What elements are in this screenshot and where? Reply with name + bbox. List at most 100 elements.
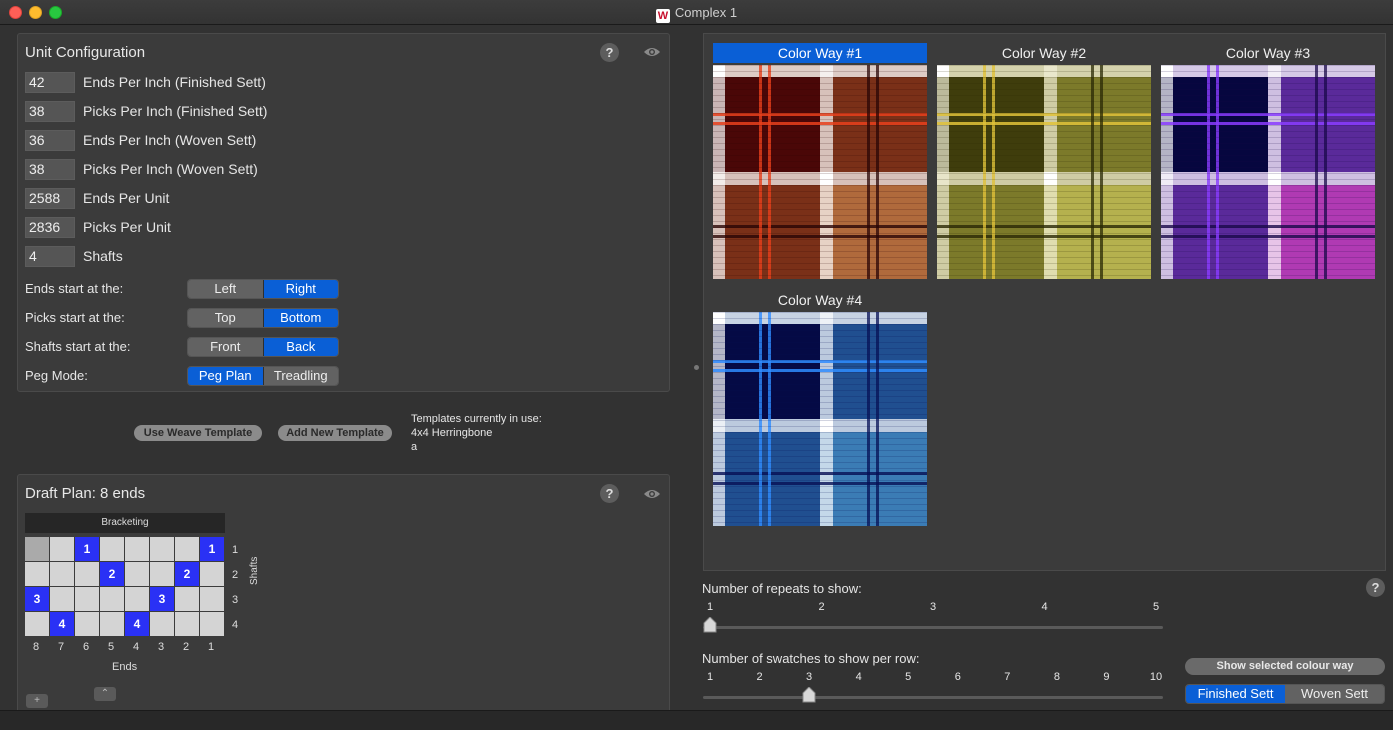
draft-plan-visibility-icon[interactable]: [643, 488, 661, 500]
unit-config-title: Unit Configuration: [25, 44, 146, 61]
segment-option[interactable]: Bottom: [262, 309, 338, 327]
use-weave-template-button[interactable]: Use Weave Template: [134, 425, 262, 441]
colorway-title[interactable]: Color Way #2: [937, 43, 1151, 63]
config-field-label: Ends Per Inch (Woven Sett): [83, 132, 257, 148]
colorway-swatch[interactable]: [713, 312, 927, 526]
config-field-label: Shafts: [83, 248, 123, 264]
threading-cell[interactable]: [150, 537, 174, 561]
unit-config-help-button[interactable]: ?: [600, 43, 619, 62]
shaft-number: 3: [232, 594, 239, 606]
end-number: 2: [183, 641, 190, 653]
threading-cell[interactable]: 1: [75, 537, 99, 561]
swatches-slider-thumb[interactable]: [802, 687, 816, 703]
threading-cell[interactable]: [175, 537, 199, 561]
swatches-tick-label: 9: [1103, 671, 1110, 683]
config-value-field[interactable]: 38: [25, 100, 75, 122]
end-number: 7: [58, 641, 65, 653]
woven-sett-option[interactable]: Woven Sett: [1285, 685, 1384, 703]
segment-option[interactable]: Peg Plan: [188, 367, 263, 385]
show-selected-colour-way-button[interactable]: Show selected colour way: [1185, 658, 1385, 675]
repeats-tick-label: 1: [706, 601, 714, 613]
add-shaft-button[interactable]: +: [26, 694, 48, 708]
threading-cell[interactable]: [50, 587, 74, 611]
config-field-row: 38 Picks Per Inch (Woven Sett): [25, 158, 258, 180]
swatches-slider-track[interactable]: [703, 696, 1163, 699]
config-value-field[interactable]: 2588: [25, 187, 75, 209]
threading-cell[interactable]: [200, 562, 224, 586]
swatch-help-button[interactable]: ?: [1366, 578, 1385, 597]
colorway-title[interactable]: Color Way #3: [1161, 43, 1375, 63]
config-field-label: Picks Per Unit: [83, 219, 171, 235]
threading-cell[interactable]: [25, 537, 49, 561]
threading-cell[interactable]: [125, 537, 149, 561]
bracketing-bar[interactable]: Bracketing: [25, 513, 225, 533]
unit-config-visibility-icon[interactable]: [643, 46, 661, 58]
threading-cell[interactable]: 3: [150, 587, 174, 611]
split-view-divider-handle[interactable]: [694, 365, 699, 370]
config-value-field[interactable]: 38: [25, 158, 75, 180]
finished-sett-option[interactable]: Finished Sett: [1186, 685, 1285, 703]
threading-cell[interactable]: [75, 612, 99, 636]
threading-cell[interactable]: [175, 612, 199, 636]
threading-cell[interactable]: [100, 612, 124, 636]
threading-cell[interactable]: [100, 587, 124, 611]
segment-option[interactable]: Left: [188, 280, 263, 298]
repeats-slider-track[interactable]: [703, 626, 1163, 629]
threading-cell[interactable]: [175, 587, 199, 611]
colorway-swatch[interactable]: [937, 65, 1151, 279]
config-value-field[interactable]: 4: [25, 245, 75, 267]
draft-plan-help-button[interactable]: ?: [600, 484, 619, 503]
threading-cell[interactable]: [125, 562, 149, 586]
templates-in-use-label: Templates currently in use:: [411, 413, 542, 425]
config-field-label: Picks Per Inch (Finished Sett): [83, 103, 268, 119]
config-value-field[interactable]: 2836: [25, 216, 75, 238]
end-number: 1: [208, 641, 215, 653]
threading-cell[interactable]: [50, 537, 74, 561]
config-field-row: 36 Ends Per Inch (Woven Sett): [25, 129, 257, 151]
collapse-button[interactable]: ⌃: [94, 687, 116, 701]
config-field-row: 2588 Ends Per Unit: [25, 187, 169, 209]
config-field-row: 4 Shafts: [25, 245, 123, 267]
swatches-tick-label: 2: [756, 671, 763, 683]
threading-cell[interactable]: [75, 587, 99, 611]
threading-cell[interactable]: 3: [25, 587, 49, 611]
threading-cell[interactable]: [125, 587, 149, 611]
segment-option[interactable]: Front: [188, 338, 263, 356]
shafts-axis-label: Shafts: [249, 556, 260, 585]
segment-option[interactable]: Treadling: [262, 367, 338, 385]
threading-cell[interactable]: [200, 612, 224, 636]
repeats-tick-label: 4: [1041, 601, 1048, 613]
add-new-template-button[interactable]: Add New Template: [278, 425, 392, 441]
threading-cell[interactable]: 4: [50, 612, 74, 636]
colorway-title[interactable]: Color Way #4: [713, 290, 927, 310]
threading-cell[interactable]: 2: [175, 562, 199, 586]
threading-cell[interactable]: [50, 562, 74, 586]
repeats-slider-thumb[interactable]: [703, 617, 717, 633]
status-bar: [0, 710, 1393, 730]
shaft-number: 1: [232, 544, 239, 556]
segment-option[interactable]: Top: [188, 309, 263, 327]
threading-cell[interactable]: 4: [125, 612, 149, 636]
threading-cell[interactable]: 2: [100, 562, 124, 586]
swatches-slider-label: Number of swatches to show per row:: [702, 651, 920, 666]
colorway-swatch[interactable]: [713, 65, 927, 279]
segmented-control: Left Right: [187, 279, 339, 299]
config-value-field[interactable]: 42: [25, 71, 75, 93]
threading-cell[interactable]: [200, 587, 224, 611]
config-value-field[interactable]: 36: [25, 129, 75, 151]
threading-cell[interactable]: 1: [200, 537, 224, 561]
threading-cell[interactable]: [25, 562, 49, 586]
swatches-tick-label: 7: [1004, 671, 1011, 683]
segmented-control: Peg Plan Treadling: [187, 366, 339, 386]
threading-cell[interactable]: [150, 562, 174, 586]
threading-cell[interactable]: [100, 537, 124, 561]
threading-grid[interactable]: 11223344: [25, 537, 225, 637]
repeats-tick-label: 3: [929, 601, 937, 613]
colorway-swatch[interactable]: [1161, 65, 1375, 279]
threading-cell[interactable]: [25, 612, 49, 636]
threading-cell[interactable]: [150, 612, 174, 636]
segment-option[interactable]: Right: [262, 280, 338, 298]
colorway-title[interactable]: Color Way #1: [713, 43, 927, 63]
segment-option[interactable]: Back: [262, 338, 338, 356]
threading-cell[interactable]: [75, 562, 99, 586]
